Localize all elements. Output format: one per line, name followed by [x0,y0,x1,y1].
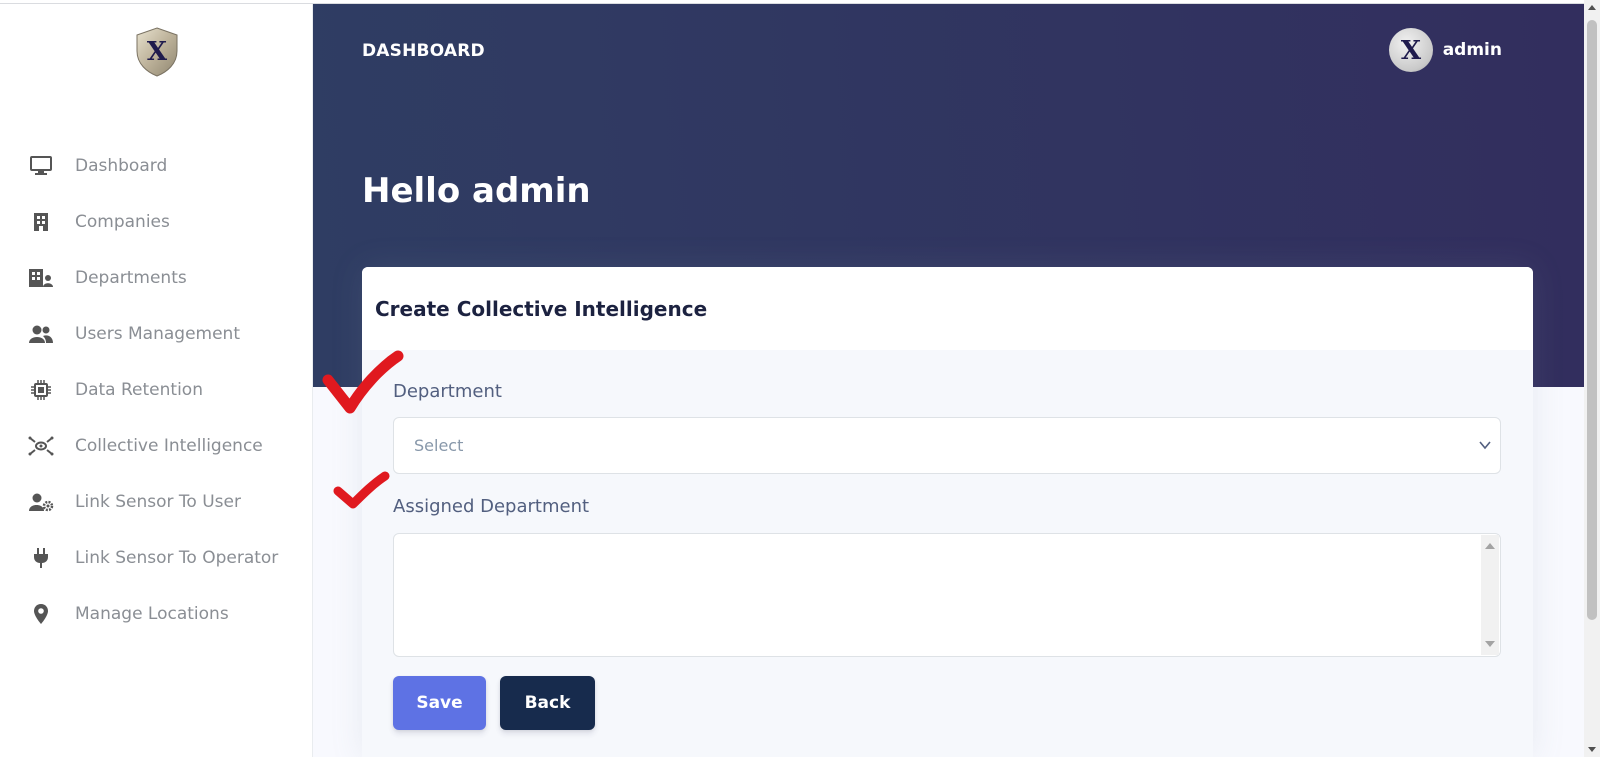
sidebar-item-label: Link Sensor To User [75,492,241,512]
sidebar-nav: Dashboard Companies Departments Users Ma… [0,138,313,642]
assigned-department-label: Assigned Department [393,496,590,517]
user-cog-icon [28,489,54,515]
department-select-value: Select [414,436,464,455]
scroll-up-icon[interactable] [1485,543,1495,549]
sidebar-item-collective-intelligence[interactable]: Collective Intelligence [0,418,313,474]
avatar: X [1388,28,1433,72]
assigned-department-field[interactable] [393,533,1501,657]
scroll-down-icon[interactable] [1588,747,1596,752]
building-icon [28,209,54,235]
plug-icon [28,545,54,571]
sidebar-item-label: Users Management [75,324,240,344]
sidebar-item-label: Link Sensor To Operator [75,548,279,568]
svg-text:X: X [1401,36,1422,64]
x-logo-icon: X [1401,36,1422,64]
svg-text:X: X [147,37,168,67]
map-pin-icon [28,601,54,627]
sidebar-item-link-sensor-to-user[interactable]: Link Sensor To User [0,474,313,530]
scroll-down-icon[interactable] [1485,641,1495,647]
sidebar: X Dashboard Companies Departments Users … [0,4,313,757]
sidebar-item-link-sensor-to-operator[interactable]: Link Sensor To Operator [0,530,313,586]
card-title: Create Collective Intelligence [375,296,708,321]
sidebar-item-label: Departments [75,268,187,288]
sidebar-item-label: Data Retention [75,380,203,400]
users-icon [28,321,54,347]
checkmark-annotation-icon [333,471,390,509]
checkmark-annotation-icon [322,350,404,414]
sidebar-item-label: Dashboard [75,156,168,176]
greeting-heading: Hello admin [362,171,591,211]
save-button[interactable]: Save [393,676,486,730]
sidebar-item-data-retention[interactable]: Data Retention [0,362,313,418]
sidebar-item-departments[interactable]: Departments [0,250,313,306]
desktop-icon [28,153,54,179]
sidebar-item-manage-locations[interactable]: Manage Locations [0,586,313,642]
page-brand[interactable]: DASHBOARD [362,41,485,61]
back-button[interactable]: Back [500,676,595,730]
scrollbar-thumb[interactable] [1587,20,1597,620]
sidebar-item-companies[interactable]: Companies [0,194,313,250]
sidebar-item-label: Companies [75,212,170,232]
page-scrollbar[interactable] [1584,0,1600,757]
sidebar-item-label: Manage Locations [75,604,229,624]
chevron-down-icon [1479,441,1491,450]
scroll-up-icon[interactable] [1588,5,1596,10]
shield-logo-icon: X [136,27,178,77]
sidebar-item-label: Collective Intelligence [75,436,263,456]
sidebar-item-dashboard[interactable]: Dashboard [0,138,313,194]
sidebar-item-users-management[interactable]: Users Management [0,306,313,362]
department-select[interactable]: Select [393,417,1501,474]
user-name: admin [1442,40,1502,60]
create-form-card: Create Collective Intelligence Departmen… [362,267,1533,757]
main-content: DASHBOARD X admin Hello admin Create Col… [313,4,1584,757]
building-user-icon [28,265,54,291]
network-icon [28,433,54,459]
user-menu[interactable]: X admin [1388,28,1502,72]
chip-icon [28,377,54,403]
department-label: Department [393,381,502,402]
field-scrollbar[interactable] [1481,535,1499,655]
app-logo[interactable]: X [134,26,180,78]
card-header: Create Collective Intelligence [362,267,1533,350]
